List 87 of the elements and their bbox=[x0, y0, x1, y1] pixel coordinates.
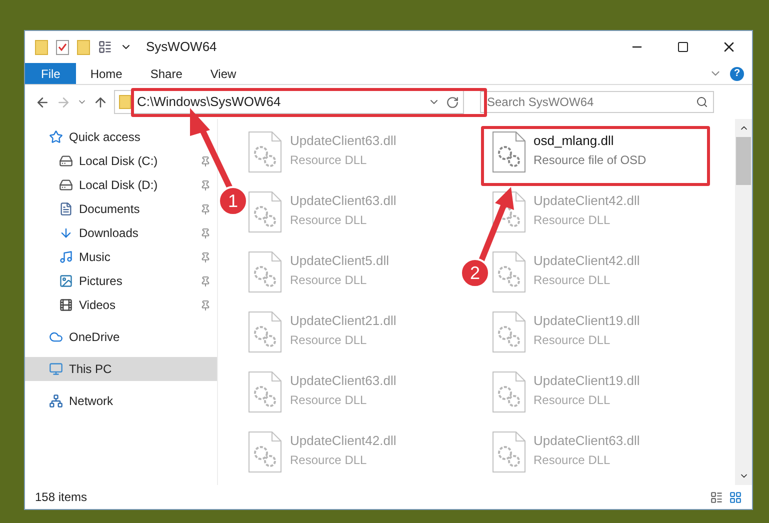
videos-icon bbox=[59, 298, 73, 312]
file-type: Resource DLL bbox=[290, 332, 368, 348]
file-item[interactable]: osd_mlang.dll Resource file of OSD bbox=[492, 131, 646, 173]
network-icon bbox=[49, 394, 63, 408]
settings-file-icon bbox=[492, 371, 526, 413]
file-type: Resource DLL bbox=[534, 392, 612, 408]
settings-file-icon bbox=[492, 431, 526, 473]
address-text: C:\Windows\SysWOW64 bbox=[137, 93, 281, 112]
file-name: UpdateClient5.dll bbox=[290, 252, 390, 270]
pc-icon bbox=[49, 362, 63, 376]
sidebar-item[interactable]: Local Disk (C:) bbox=[25, 149, 217, 173]
settings-file-icon bbox=[492, 251, 526, 293]
scrollbar-thumb[interactable] bbox=[736, 137, 751, 185]
large-icons-view-icon[interactable] bbox=[729, 490, 742, 504]
sidebar-item[interactable]: Videos bbox=[25, 293, 217, 317]
file-name: UpdateClient42.dll bbox=[534, 252, 640, 270]
file-name: UpdateClient63.dll bbox=[290, 192, 396, 210]
search-field[interactable]: Search SysWOW64 bbox=[480, 91, 714, 113]
up-icon[interactable] bbox=[93, 94, 108, 110]
pin-icon[interactable] bbox=[200, 156, 211, 166]
sidebar-item[interactable]: Documents bbox=[25, 197, 217, 221]
details-view-icon[interactable] bbox=[710, 490, 723, 504]
sidebar-item[interactable]: This PC bbox=[25, 357, 217, 381]
pictures-icon bbox=[59, 274, 73, 288]
pin-icon[interactable] bbox=[200, 204, 211, 214]
ribbon-tab[interactable]: Share bbox=[136, 63, 196, 84]
file-name: UpdateClient19.dll bbox=[534, 312, 640, 330]
file-name: UpdateClient21.dll bbox=[290, 312, 396, 330]
ribbon-tab[interactable]: View bbox=[196, 63, 250, 84]
file-type: Resource DLL bbox=[534, 272, 612, 288]
file-name: UpdateClient42.dll bbox=[534, 192, 640, 210]
settings-file-icon bbox=[248, 311, 282, 353]
file-type: Resource DLL bbox=[290, 392, 368, 408]
sidebar-item[interactable]: OneDrive bbox=[25, 325, 217, 349]
file-type: Resource DLL bbox=[290, 152, 368, 168]
sidebar-item[interactable]: Local Disk (D:) bbox=[25, 173, 217, 197]
downloads-icon bbox=[59, 226, 73, 240]
folder-icon bbox=[119, 95, 131, 109]
file-name: osd_mlang.dll bbox=[534, 132, 615, 150]
sidebar-item[interactable]: Music bbox=[25, 245, 217, 269]
ribbon-tab[interactable]: File bbox=[25, 63, 76, 84]
settings-file-icon bbox=[248, 131, 282, 173]
pin-icon[interactable] bbox=[200, 228, 211, 238]
file-type: Resource DLL bbox=[534, 212, 612, 228]
settings-file-icon bbox=[492, 131, 526, 173]
file-type: Resource DLL bbox=[534, 452, 612, 468]
file-type: Resource DLL bbox=[290, 272, 368, 288]
file-type: Resource DLL bbox=[290, 452, 368, 468]
file-name: UpdateClient63.dll bbox=[534, 432, 640, 450]
music-icon bbox=[59, 250, 73, 264]
refresh-icon[interactable] bbox=[446, 96, 459, 108]
pin-icon[interactable] bbox=[200, 180, 211, 190]
sidebar-item[interactable]: Network bbox=[25, 389, 217, 413]
folder-icon[interactable] bbox=[35, 40, 48, 54]
pin-icon[interactable] bbox=[200, 276, 211, 286]
documents-icon bbox=[59, 202, 73, 216]
file-name: UpdateClient63.dll bbox=[290, 372, 396, 390]
view-icon[interactable] bbox=[98, 40, 112, 54]
back-icon[interactable] bbox=[35, 94, 50, 110]
window-title: SysWOW64 bbox=[146, 38, 217, 56]
settings-file-icon bbox=[248, 431, 282, 473]
settings-file-icon bbox=[248, 371, 282, 413]
file-name: UpdateClient63.dll bbox=[290, 132, 396, 150]
ribbon-tab[interactable]: Home bbox=[76, 63, 136, 84]
file-name: UpdateClient19.dll bbox=[534, 372, 640, 390]
file-type: Resource DLL bbox=[290, 212, 368, 228]
file-type: Resource DLL bbox=[534, 332, 612, 348]
cloud-icon bbox=[49, 330, 63, 344]
maximize-icon bbox=[677, 41, 689, 53]
file-type: Resource file of OSD bbox=[534, 152, 646, 168]
help-icon[interactable]: ? bbox=[730, 66, 744, 80]
forward-icon[interactable] bbox=[56, 94, 71, 110]
properties-icon[interactable] bbox=[56, 40, 69, 54]
settings-file-icon bbox=[248, 191, 282, 233]
search-icon[interactable] bbox=[696, 96, 708, 108]
sidebar-item[interactable]: Quick access bbox=[25, 125, 217, 149]
settings-file-icon bbox=[492, 311, 526, 353]
file-name: UpdateClient42.dll bbox=[290, 432, 396, 450]
pin-icon[interactable] bbox=[200, 300, 211, 310]
new-folder-icon[interactable] bbox=[77, 40, 90, 54]
item-count: 158 items bbox=[35, 489, 88, 506]
settings-file-icon bbox=[248, 251, 282, 293]
pin-icon[interactable] bbox=[200, 252, 211, 262]
scrollbar[interactable] bbox=[735, 119, 752, 485]
sidebar-item[interactable]: Downloads bbox=[25, 221, 217, 245]
star-icon bbox=[49, 130, 63, 144]
sidebar-item[interactable]: Pictures bbox=[25, 269, 217, 293]
